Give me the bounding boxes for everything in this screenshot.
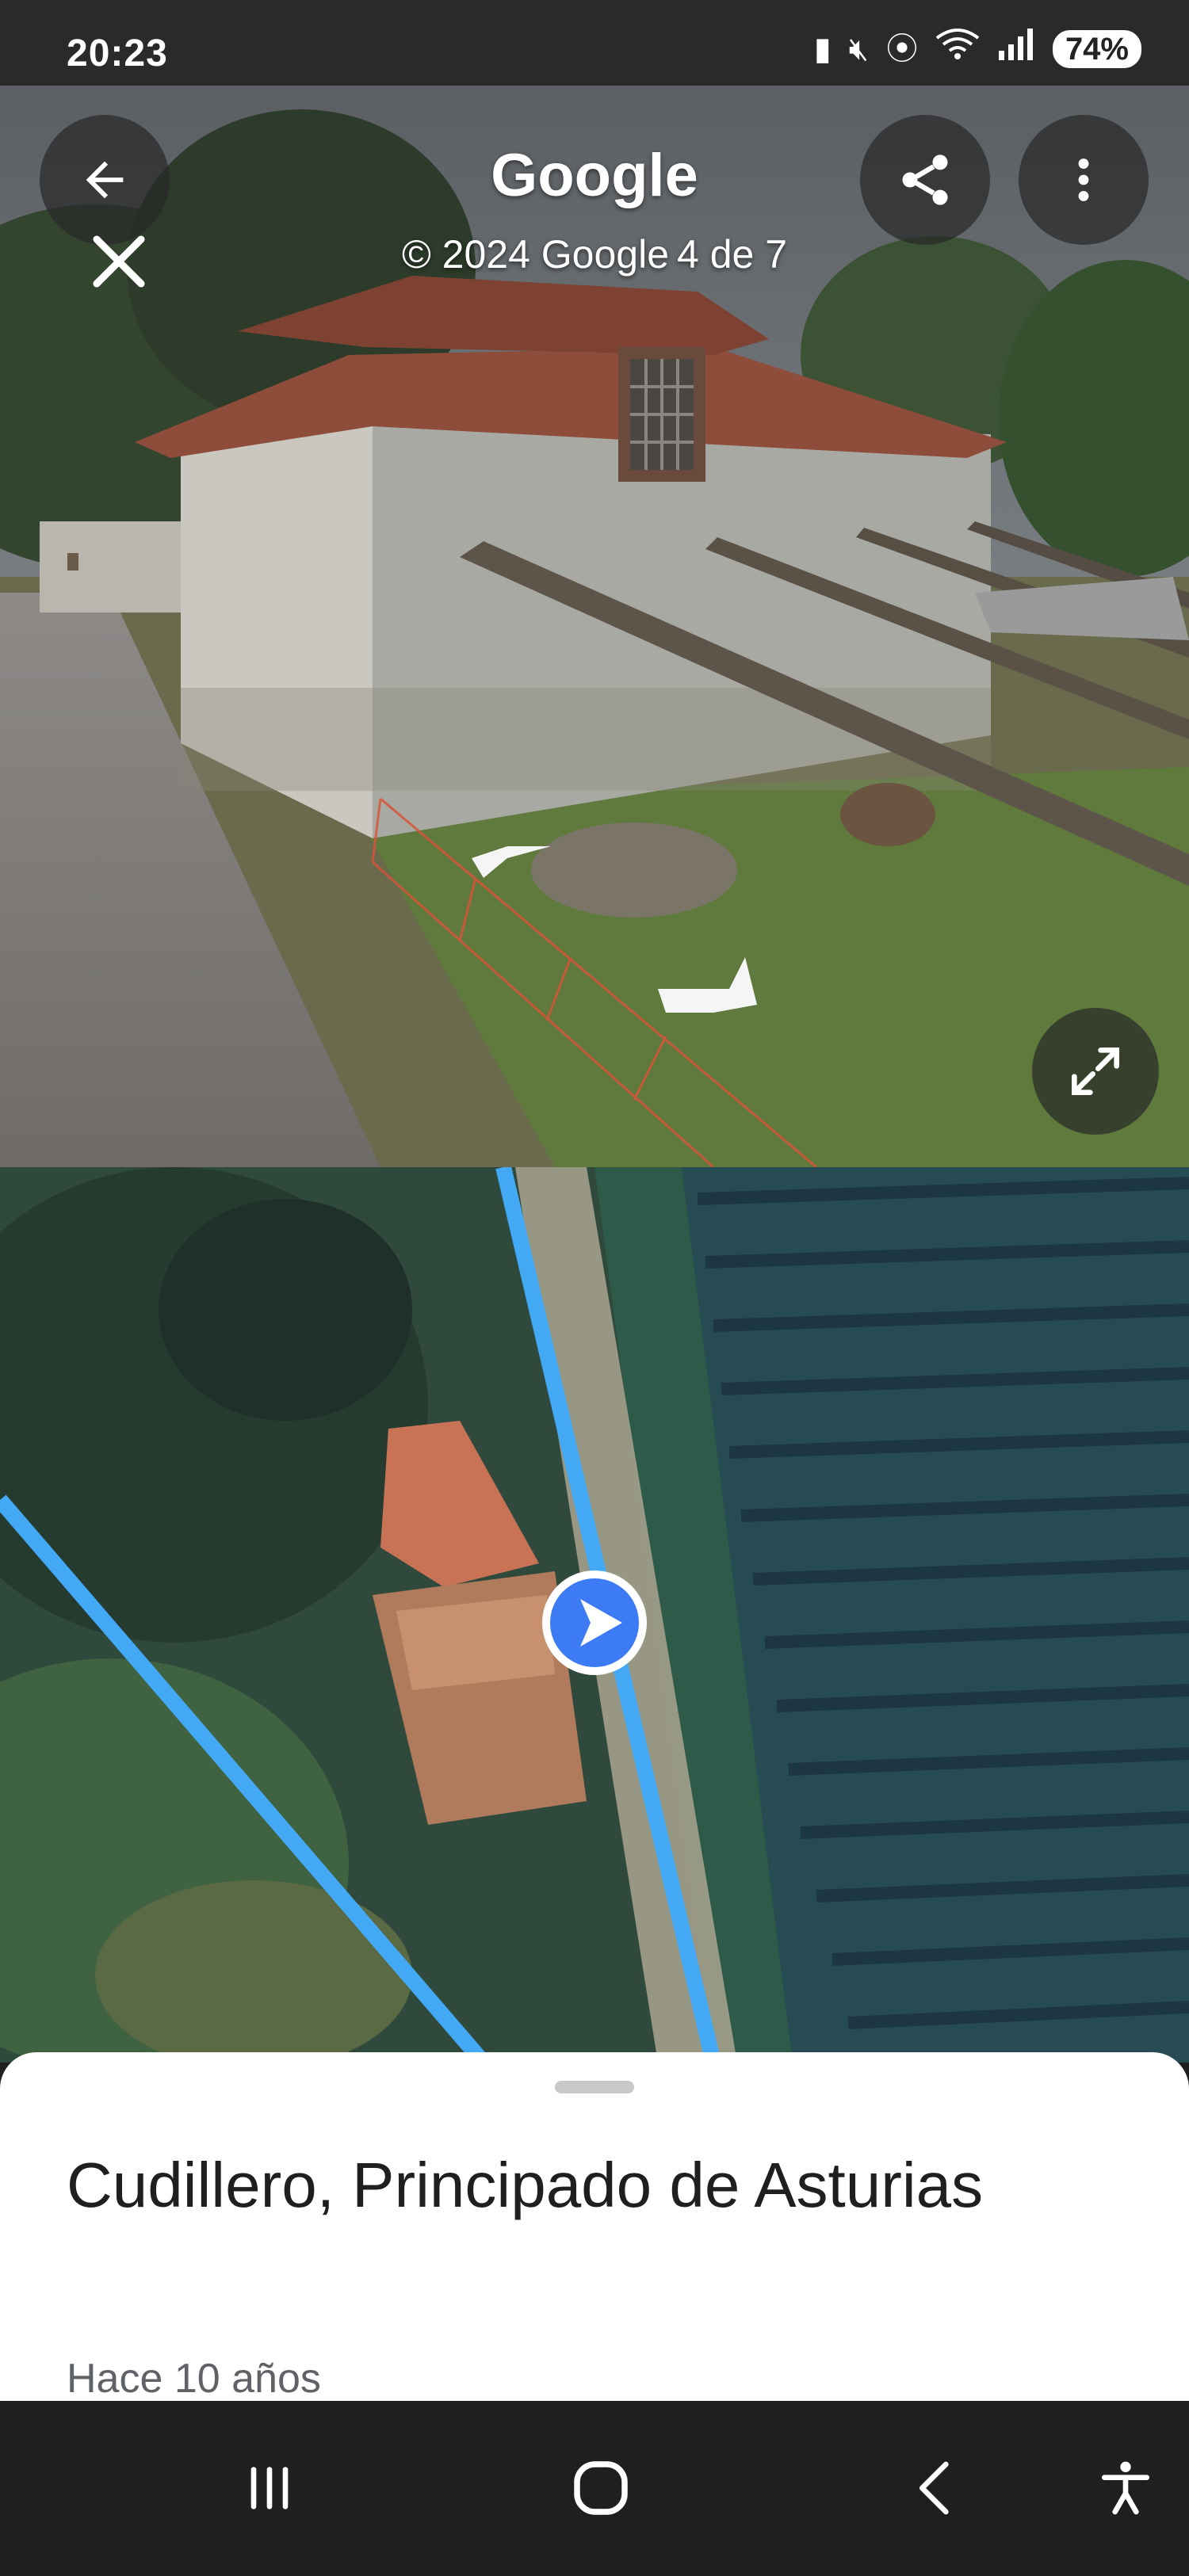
back-nav-icon [919, 2461, 949, 2515]
place-title: Cudillero, Principado de Asturias [67, 2150, 984, 2220]
more-options-button[interactable] [1019, 115, 1149, 245]
capture-date: Hace 10 años [67, 2356, 321, 2401]
viewer-subtitle: © 2024 Google 4 de 7 [0, 231, 1189, 277]
status-time: 20:23 [67, 32, 168, 74]
signal-icon [997, 29, 1035, 69]
satellite-map[interactable] [0, 1167, 1189, 2063]
share-button[interactable] [860, 115, 990, 245]
place-bottom-sheet[interactable]: Cudillero, Principado de Asturias Hace 1… [0, 2052, 1189, 2401]
home-button[interactable] [553, 2441, 648, 2536]
copyright-text: © 2024 Google [401, 232, 670, 277]
system-nav-bar [0, 2401, 1189, 2576]
fullscreen-icon [1072, 1048, 1119, 1095]
nav-back-button[interactable] [888, 2441, 983, 2536]
viewer-title: Google [491, 142, 698, 209]
accessibility-icon [1102, 2461, 1149, 2515]
drag-handle[interactable] [555, 2081, 634, 2093]
photo-index: 4 de 7 [677, 232, 788, 277]
fullscreen-button[interactable] [1032, 1008, 1159, 1135]
location-icon: ⦿ [885, 31, 918, 67]
status-bar: 20:23 ▮ 🔇︎ ⦿ 74% [0, 0, 1189, 86]
close-icon [93, 235, 145, 288]
share-icon [902, 155, 948, 205]
back-icon [86, 161, 124, 199]
accessibility-button[interactable] [1078, 2441, 1173, 2536]
home-icon [574, 2461, 628, 2515]
battery-saver-icon: ▮ [813, 31, 832, 67]
mute-icon: 🔇︎ [848, 31, 869, 67]
wifi-icon [935, 29, 980, 69]
more-vert-icon [1078, 158, 1089, 201]
battery-level: 74% [1052, 29, 1141, 68]
close-button[interactable] [79, 222, 159, 301]
recents-icon [250, 2467, 289, 2509]
recents-button[interactable] [222, 2441, 317, 2536]
status-icons: ▮ 🔇︎ ⦿ 74% [814, 29, 1141, 69]
